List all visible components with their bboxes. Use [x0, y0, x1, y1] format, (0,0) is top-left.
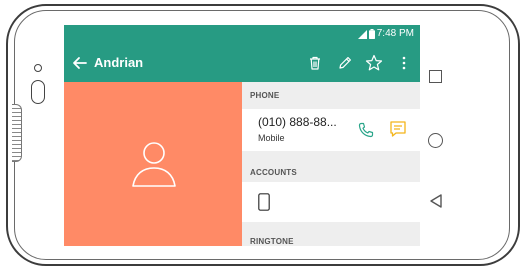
status-time: 7:48 PM: [376, 28, 414, 39]
favorite-button[interactable]: [363, 52, 385, 74]
call-icon[interactable]: [357, 121, 375, 139]
edit-button[interactable]: [334, 52, 356, 74]
more-options-button[interactable]: [393, 52, 415, 74]
accounts-entry[interactable]: [242, 182, 420, 222]
more-vert-icon: [402, 56, 406, 70]
device-icon: [258, 193, 270, 211]
accounts-section-header: ACCOUNTS: [250, 168, 297, 177]
phone-entry[interactable]: (010) 888-88... Mobile: [242, 109, 420, 151]
contact-details-panel: PHONE (010) 888-88... Mobile ACCOUNTS RI…: [242, 82, 420, 246]
home-circle-icon[interactable]: [428, 133, 443, 148]
signal-icon: [357, 29, 367, 39]
battery-icon: [368, 29, 375, 39]
delete-button[interactable]: [304, 52, 326, 74]
phone-number: (010) 888-88...: [258, 115, 337, 129]
ringtone-section-header: RINGTONE: [250, 237, 294, 246]
phone-section-header: PHONE: [250, 91, 280, 100]
back-triangle-icon[interactable]: [429, 193, 443, 209]
star-outline-icon: [365, 54, 383, 71]
phone-type: Mobile: [258, 133, 285, 143]
recents-square-icon[interactable]: [429, 70, 442, 83]
contact-photo-panel[interactable]: [64, 82, 242, 246]
status-icons: 7:48 PM: [357, 28, 414, 40]
back-button[interactable]: [70, 53, 90, 73]
message-icon[interactable]: [388, 119, 408, 139]
side-volume-button: [12, 104, 22, 162]
screen: 7:48 PM Andrian PHONE (010) 888-88... Mo…: [64, 25, 420, 246]
delete-icon: [310, 56, 320, 70]
proximity-sensor: [31, 80, 45, 104]
person-outline-icon: [132, 142, 176, 187]
status-bar: 7:48 PM: [64, 25, 420, 44]
contact-name-title: Andrian: [94, 55, 144, 70]
arrow-left-icon: [73, 57, 87, 69]
app-bar: Andrian: [64, 44, 420, 82]
front-camera: [34, 64, 42, 72]
edit-pencil-icon: [339, 57, 351, 69]
